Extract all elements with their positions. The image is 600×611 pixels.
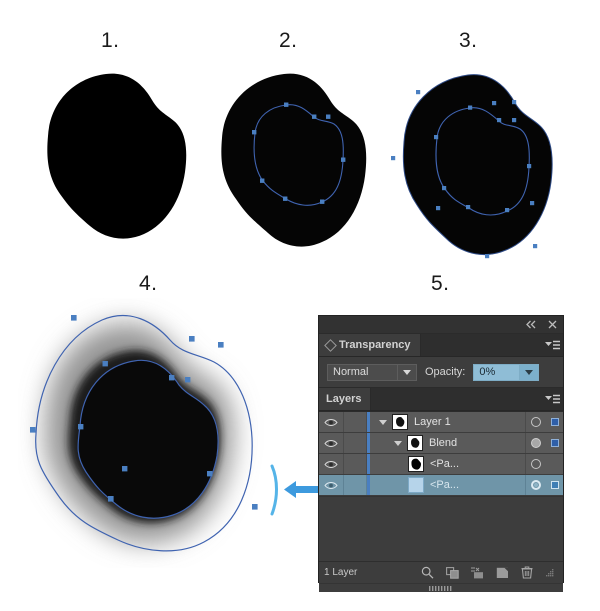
transparency-panel-menu-icon[interactable] <box>541 334 563 356</box>
panel-collapse-diamond-icon <box>324 338 337 352</box>
close-icon[interactable] <box>546 319 558 331</box>
layers-empty-area <box>319 496 563 561</box>
tab-layers-label: Layers <box>326 393 362 405</box>
blend-mode-select[interactable]: Normal <box>327 363 417 381</box>
blend-mode-value: Normal <box>333 366 369 378</box>
layer-content[interactable]: <Pa... <box>370 454 525 474</box>
layers-footer-icons <box>420 566 558 580</box>
lock-toggle[interactable] <box>344 412 367 432</box>
opacity-value: 0% <box>479 366 496 378</box>
delete-selection-icon[interactable] <box>520 566 534 580</box>
layer-content[interactable]: Blend <box>370 433 525 453</box>
step-label-1: 1. <box>101 29 120 52</box>
table-row[interactable]: Layer 1 <box>319 412 563 433</box>
lock-toggle[interactable] <box>344 475 367 495</box>
resize-grip-icon[interactable] <box>545 568 554 577</box>
step-label-5: 5. <box>431 272 450 295</box>
step-label-4: 4. <box>139 272 158 295</box>
artwork-step-1 <box>47 73 187 239</box>
layer-content[interactable]: Layer 1 <box>370 412 525 432</box>
layer-thumbnail <box>408 477 424 493</box>
callout-arrow <box>270 464 322 516</box>
target-indicator[interactable] <box>525 412 546 432</box>
transparency-controls: Normal Opacity: 0% <box>319 357 563 388</box>
layer-thumbnail <box>407 435 423 451</box>
layers-panel-footer: 1 Layer <box>319 561 563 583</box>
blend-mode-chevron-down-icon[interactable] <box>397 364 416 380</box>
panel-titlebar <box>319 316 563 334</box>
layers-panel-menu-icon[interactable] <box>541 388 563 410</box>
selection-indicator <box>546 412 563 432</box>
disclosure-triangle-icon[interactable] <box>392 433 404 453</box>
visibility-toggle-eye-icon[interactable] <box>319 412 344 432</box>
step-label-3: 3. <box>459 29 478 52</box>
tabstrip-filler <box>421 334 541 356</box>
target-indicator[interactable] <box>525 433 546 453</box>
disclosure-triangle-icon[interactable] <box>377 412 389 432</box>
tab-transparency[interactable]: Transparency <box>319 334 421 356</box>
layer-name: Layer 1 <box>414 416 451 428</box>
panel-resize-gripbar[interactable] <box>319 583 563 592</box>
target-indicator[interactable] <box>525 454 546 474</box>
tab-transparency-label: Transparency <box>339 339 411 351</box>
transparency-tabstrip: Transparency <box>319 334 563 357</box>
selection-indicator <box>546 475 563 495</box>
layers-tabstrip-filler <box>371 388 541 410</box>
opacity-label: Opacity: <box>425 366 466 378</box>
locate-object-icon[interactable] <box>420 566 434 580</box>
left-arrow-icon <box>284 481 322 498</box>
layers-tabstrip: Layers <box>319 388 563 411</box>
visibility-toggle-eye-icon[interactable] <box>319 433 344 453</box>
table-row[interactable]: Blend <box>319 433 563 454</box>
table-row[interactable]: <Pa... <box>319 454 563 475</box>
selection-indicator <box>546 433 563 453</box>
layer-count-label: 1 Layer <box>324 567 358 578</box>
layer-content[interactable]: <Pa... <box>370 475 525 495</box>
layer-name: <Pa... <box>430 458 460 470</box>
lock-toggle[interactable] <box>344 433 367 453</box>
visibility-toggle-eye-icon[interactable] <box>319 475 344 495</box>
step-label-2: 2. <box>279 29 298 52</box>
grip-dots-icon <box>429 585 452 591</box>
layer-thumbnail <box>408 456 424 472</box>
create-new-sublayer-icon[interactable] <box>470 566 484 580</box>
visibility-toggle-eye-icon[interactable] <box>319 454 344 474</box>
lock-toggle[interactable] <box>344 454 367 474</box>
create-new-layer-icon[interactable] <box>495 566 509 580</box>
layers-list: Layer 1 Blend <Pa... <Pa... <box>319 411 563 561</box>
artwork-step-3 <box>391 74 553 259</box>
opacity-chevron-down-icon[interactable] <box>519 364 539 380</box>
layer-name: Blend <box>429 437 458 449</box>
tab-layers[interactable]: Layers <box>319 388 372 410</box>
artwork-step-4 <box>30 315 258 552</box>
selection-indicator <box>546 454 563 474</box>
make-clipping-mask-icon[interactable] <box>445 566 459 580</box>
illustrator-panel-group: Transparency Normal Opacity: 0% Layers L… <box>318 315 564 592</box>
illustration-canvas: 1. 2. 3. 4. 5. Transparency Normal Opaci… <box>0 0 600 611</box>
opacity-field[interactable]: 0% <box>473 363 540 381</box>
layer-name: <Pa... <box>430 479 460 491</box>
target-indicator[interactable] <box>525 475 546 495</box>
layer-thumbnail <box>392 414 408 430</box>
artwork-step-2 <box>221 73 367 247</box>
table-row[interactable]: <Pa... <box>319 475 563 496</box>
double-left-chevron-icon[interactable] <box>525 319 537 331</box>
